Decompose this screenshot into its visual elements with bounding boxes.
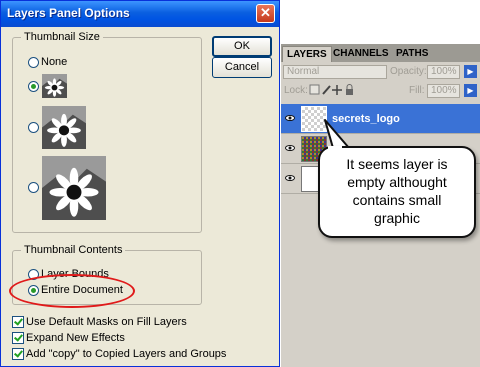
thumbnail-none-label: None (41, 56, 68, 68)
cancel-button[interactable]: Cancel (212, 57, 272, 78)
callout-line: graphic (374, 210, 420, 226)
callout-line: It seems layer is (346, 156, 448, 172)
tab-channels[interactable]: CHANNELS (329, 46, 393, 62)
thumbnail-size-legend: Thumbnail Size (21, 31, 103, 43)
lock-icons[interactable] (309, 84, 355, 96)
dialog-titlebar[interactable]: Layers Panel Options ✕ (1, 1, 279, 27)
eye-icon[interactable] (285, 173, 295, 183)
callout-line: empty althought (347, 174, 447, 190)
thumbnail-large-radio[interactable] (28, 182, 39, 193)
blend-mode-select[interactable]: Normal (283, 65, 387, 79)
highlight-ellipse (9, 274, 135, 308)
callout-bubble: It seems layer is empty althought contai… (318, 146, 476, 238)
opacity-field[interactable]: 100% (427, 65, 460, 79)
ok-button[interactable]: OK (212, 36, 272, 57)
eye-icon[interactable] (285, 113, 295, 123)
opacity-label: Opacity: (390, 66, 427, 77)
tab-layers[interactable]: LAYERS (282, 46, 332, 62)
close-button[interactable]: ✕ (256, 4, 275, 23)
panel-menu-arrow-icon[interactable]: ▶ (464, 65, 477, 78)
panel-tabbar: LAYERS CHANNELS PATHS (281, 44, 480, 62)
blend-mode-value: Normal (287, 66, 320, 77)
lock-label: Lock: (284, 85, 308, 96)
layer-row-secrets-logo[interactable]: secrets_logo (281, 104, 480, 134)
small-thumbnail[interactable] (42, 74, 67, 98)
callout-seam (328, 146, 342, 149)
use-default-masks-label: Use Default Masks on Fill Layers (26, 316, 187, 328)
thumbnail-contents-legend: Thumbnail Contents (21, 244, 126, 256)
large-thumbnail[interactable] (42, 156, 106, 220)
fill-value: 100% (431, 85, 457, 96)
fill-arrow-icon[interactable]: ▶ (464, 84, 477, 97)
thumbnail-medium-radio[interactable] (28, 122, 39, 133)
opacity-value: 100% (431, 66, 457, 77)
dialog-title: Layers Panel Options (7, 6, 130, 20)
callout-line: contains small (352, 192, 442, 208)
medium-thumbnail[interactable] (42, 106, 86, 149)
layers-panel-options-dialog: Layers Panel Options ✕ Thumbnail Size No… (0, 0, 280, 367)
close-icon: ✕ (260, 5, 271, 20)
fill-field[interactable]: 100% (427, 84, 460, 98)
eye-icon[interactable] (285, 143, 295, 153)
expand-new-effects-label: Expand New Effects (26, 332, 125, 344)
add-copy-label: Add "copy" to Copied Layers and Groups (26, 348, 227, 360)
thumbnail-small-radio[interactable] (28, 81, 39, 92)
fill-label: Fill: (409, 85, 425, 96)
add-copy-checkbox[interactable] (12, 348, 24, 360)
use-default-masks-checkbox[interactable] (12, 316, 24, 328)
tab-paths[interactable]: PATHS (392, 46, 432, 62)
thumbnail-none-radio[interactable] (28, 57, 39, 68)
expand-new-effects-checkbox[interactable] (12, 332, 24, 344)
